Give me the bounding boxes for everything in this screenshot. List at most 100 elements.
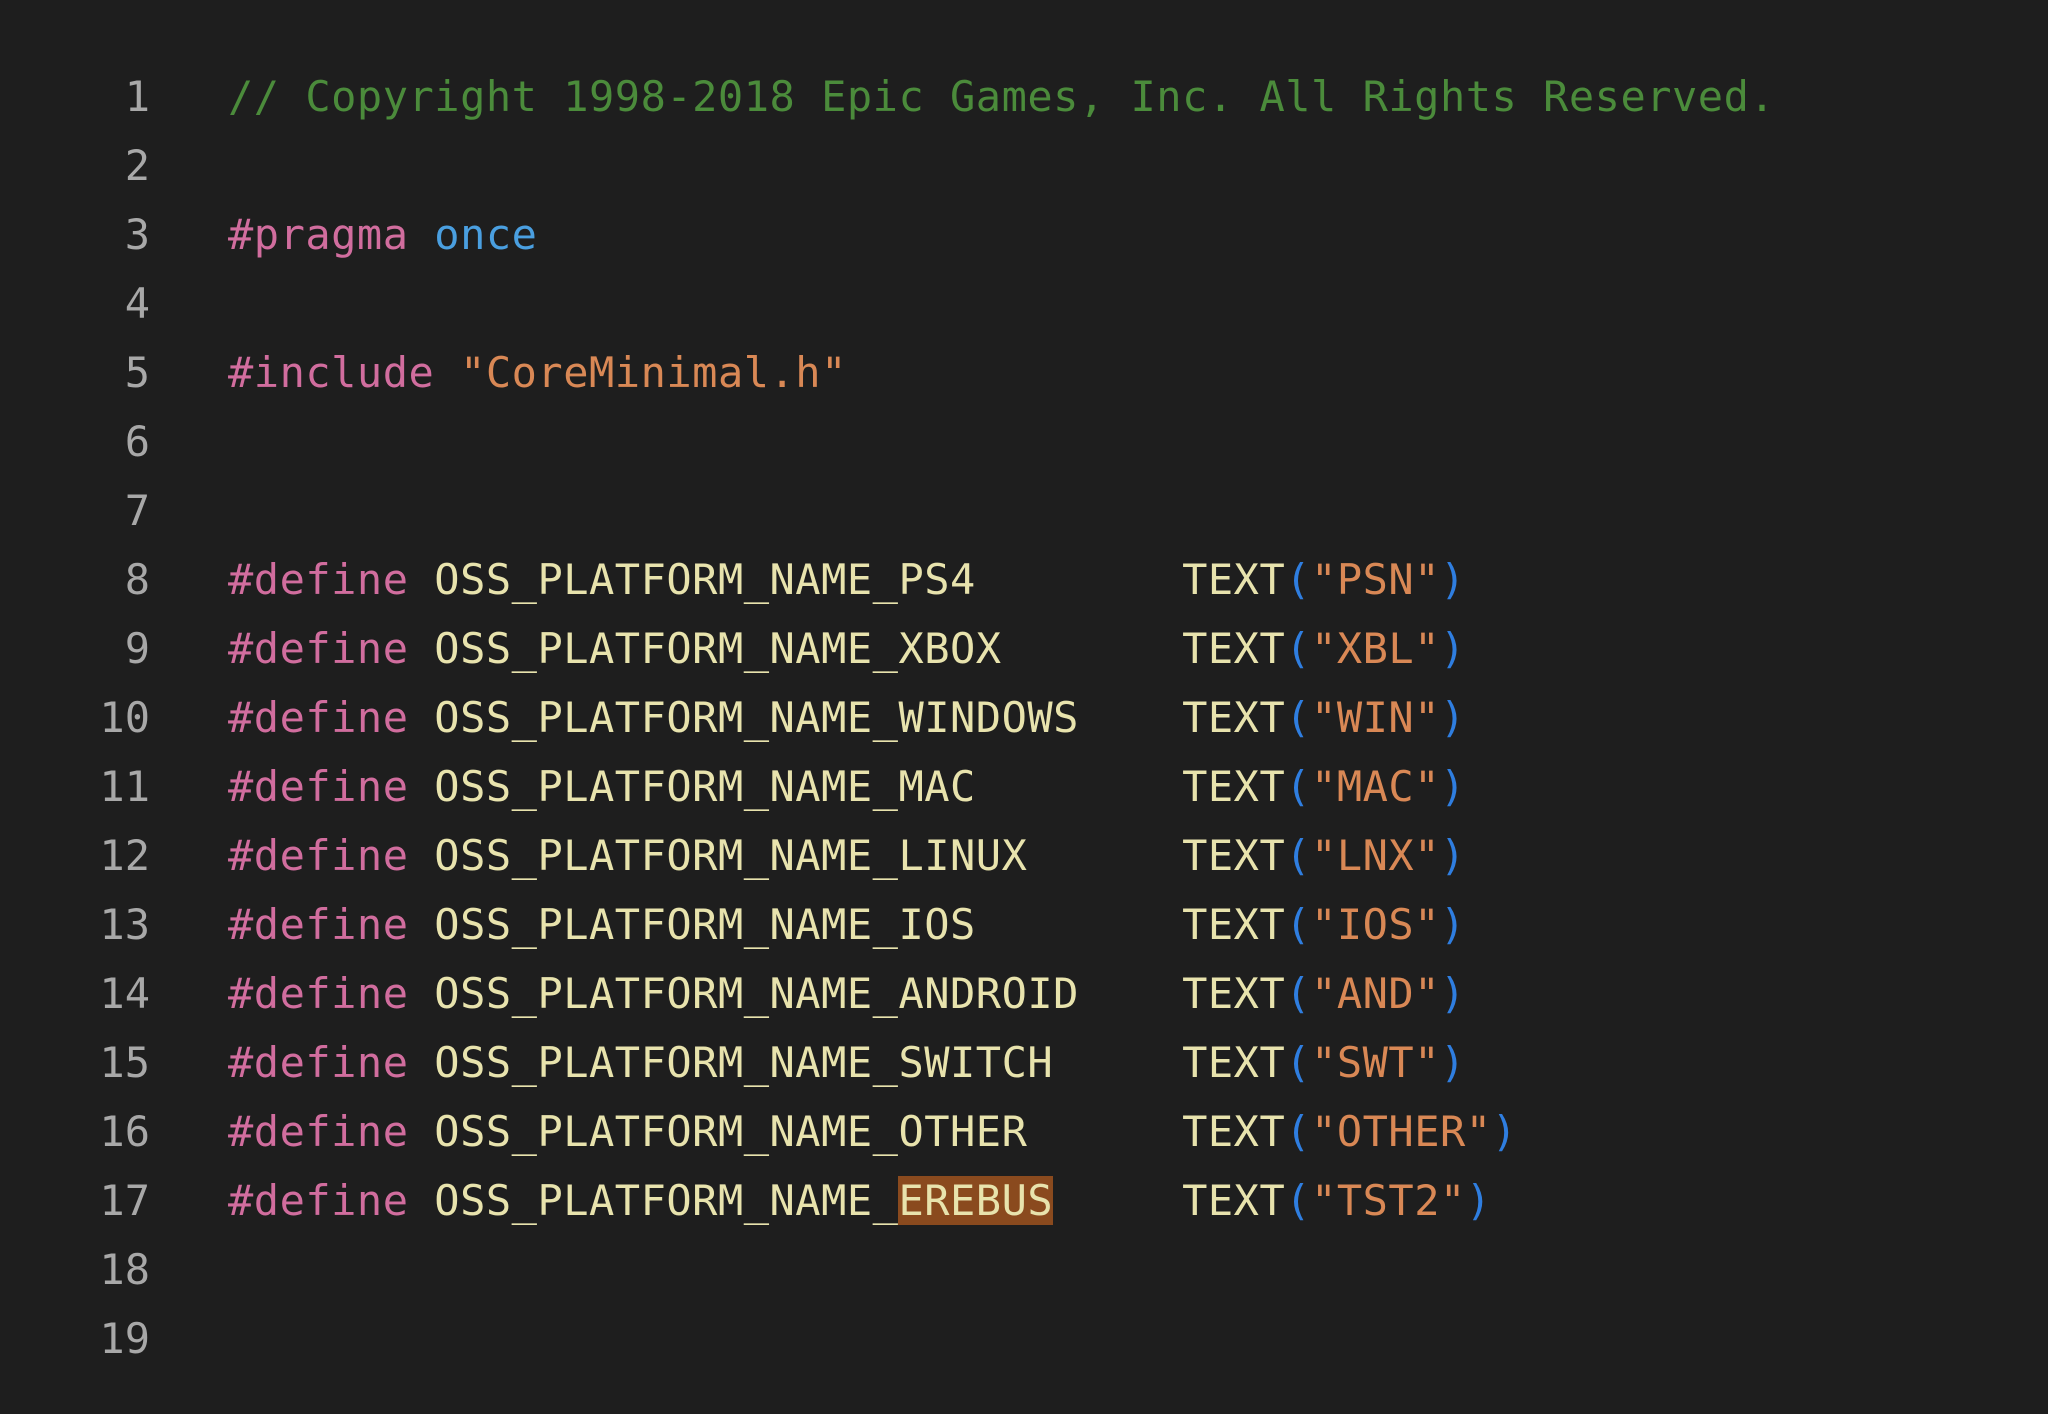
code-token: OSS_PLATFORM_NAME_ xyxy=(434,1176,899,1225)
code-token: ) xyxy=(1440,693,1466,742)
line-number: 10 xyxy=(99,693,150,742)
code-token: OSS_PLATFORM_NAME_WINDOWS xyxy=(434,693,1079,742)
line-number: 3 xyxy=(124,210,150,259)
code-line[interactable]: 6 xyxy=(0,407,2048,476)
code-line-content[interactable]: #define OSS_PLATFORM_NAME_ANDROID TEXT("… xyxy=(150,959,1466,1028)
code-line[interactable]: 9 #define OSS_PLATFORM_NAME_XBOX TEXT("XB… xyxy=(0,614,2048,683)
code-token: "MAC" xyxy=(1311,762,1440,811)
code-token: "AND" xyxy=(1311,969,1440,1018)
line-number: 5 xyxy=(124,348,150,397)
code-line[interactable]: 2 xyxy=(0,131,2048,200)
code-token: ) xyxy=(1440,762,1466,811)
line-number: 15 xyxy=(99,1038,150,1087)
code-token: TEXT xyxy=(1182,900,1286,949)
code-token: OSS_PLATFORM_NAME_OTHER xyxy=(434,1107,1028,1156)
code-token: "SWT" xyxy=(1311,1038,1440,1087)
code-token: OSS_PLATFORM_NAME_MAC xyxy=(434,762,976,811)
code-line[interactable]: 18 xyxy=(0,1235,2048,1304)
code-editor-surface[interactable]: 1 // Copyright 1998-2018 Epic Games, Inc.… xyxy=(0,62,2048,1373)
code-token: "CoreMinimal.h" xyxy=(460,348,847,397)
code-token: ( xyxy=(1285,693,1312,742)
code-token: ) xyxy=(1440,900,1466,949)
code-line[interactable]: 13 #define OSS_PLATFORM_NAME_IOS TEXT("IO… xyxy=(0,890,2048,959)
line-number: 6 xyxy=(124,417,150,466)
code-line-content[interactable]: #include "CoreMinimal.h" xyxy=(150,338,847,407)
code-line[interactable]: 16 #define OSS_PLATFORM_NAME_OTHER TEXT("… xyxy=(0,1097,2048,1166)
code-token: ( xyxy=(1285,1107,1312,1156)
code-token: TEXT xyxy=(1182,1176,1286,1225)
code-line-content[interactable]: #define OSS_PLATFORM_NAME_LINUX TEXT("LN… xyxy=(150,821,1466,890)
code-line[interactable]: 15 #define OSS_PLATFORM_NAME_SWITCH TEXT(… xyxy=(0,1028,2048,1097)
code-line[interactable]: 4 xyxy=(0,269,2048,338)
code-line-content[interactable]: #define OSS_PLATFORM_NAME_WINDOWS TEXT("… xyxy=(150,683,1466,752)
code-token: ) xyxy=(1440,624,1466,673)
code-line[interactable]: 5 #include "CoreMinimal.h" xyxy=(0,338,2048,407)
code-token: TEXT xyxy=(1182,1038,1286,1087)
selected-token: EREBUS xyxy=(898,1176,1054,1225)
code-token: #define xyxy=(228,693,435,742)
code-token: OSS_PLATFORM_NAME_ANDROID xyxy=(434,969,1079,1018)
code-token: "IOS" xyxy=(1311,900,1440,949)
code-line-content[interactable] xyxy=(150,269,254,338)
code-token: ) xyxy=(1491,1107,1518,1156)
code-line[interactable]: 3 #pragma once xyxy=(0,200,2048,269)
code-line-content[interactable] xyxy=(150,476,254,545)
code-line[interactable]: 8 #define OSS_PLATFORM_NAME_PS4 TEXT("PSN… xyxy=(0,545,2048,614)
code-line-content[interactable]: #define OSS_PLATFORM_NAME_XBOX TEXT("XBL… xyxy=(150,614,1466,683)
code-token: ( xyxy=(1285,762,1312,811)
code-line-content[interactable]: #define OSS_PLATFORM_NAME_EREBUS TEXT("T… xyxy=(150,1166,1492,1235)
code-line[interactable]: 12 #define OSS_PLATFORM_NAME_LINUX TEXT("… xyxy=(0,821,2048,890)
line-number: 13 xyxy=(99,900,150,949)
code-line[interactable]: 1 // Copyright 1998-2018 Epic Games, Inc.… xyxy=(0,62,2048,131)
code-token: TEXT xyxy=(1182,693,1286,742)
code-token: ) xyxy=(1440,1038,1466,1087)
code-token: ) xyxy=(1440,969,1466,1018)
code-line-content[interactable] xyxy=(150,407,254,476)
line-number: 19 xyxy=(99,1314,150,1363)
code-line[interactable]: 7 xyxy=(0,476,2048,545)
code-token: TEXT xyxy=(1182,831,1286,880)
code-token: "PSN" xyxy=(1311,555,1440,604)
code-line[interactable]: 10 #define OSS_PLATFORM_NAME_WINDOWS TEXT… xyxy=(0,683,2048,752)
code-token: "OTHER" xyxy=(1311,1107,1492,1156)
code-line-content[interactable] xyxy=(150,1304,254,1373)
line-number: 17 xyxy=(99,1176,150,1225)
code-token: OSS_PLATFORM_NAME_IOS xyxy=(434,900,976,949)
code-line-content[interactable]: // Copyright 1998-2018 Epic Games, Inc. … xyxy=(150,62,1775,131)
code-token: #define xyxy=(228,969,435,1018)
code-token: #define xyxy=(228,1107,435,1156)
code-token: #define xyxy=(228,762,435,811)
code-token: ) xyxy=(1440,555,1466,604)
code-line-content[interactable] xyxy=(150,131,254,200)
code-line[interactable]: 11 #define OSS_PLATFORM_NAME_MAC TEXT("MA… xyxy=(0,752,2048,821)
code-line[interactable]: 17 #define OSS_PLATFORM_NAME_EREBUS TEXT(… xyxy=(0,1166,2048,1235)
code-token: #define xyxy=(228,555,435,604)
code-line-content[interactable]: #define OSS_PLATFORM_NAME_MAC TEXT("MAC"… xyxy=(150,752,1466,821)
code-token: #define xyxy=(228,624,435,673)
code-line-content[interactable]: #define OSS_PLATFORM_NAME_IOS TEXT("IOS"… xyxy=(150,890,1466,959)
code-token: ( xyxy=(1285,1176,1312,1225)
line-number: 16 xyxy=(99,1107,150,1156)
code-line-content[interactable]: #define OSS_PLATFORM_NAME_PS4 TEXT("PSN"… xyxy=(150,545,1466,614)
code-line-content[interactable] xyxy=(150,1235,254,1304)
code-line-content[interactable]: #define OSS_PLATFORM_NAME_SWITCH TEXT("S… xyxy=(150,1028,1466,1097)
code-token: TEXT xyxy=(1182,969,1286,1018)
code-token: TEXT xyxy=(1182,555,1286,604)
code-line-content[interactable]: #define OSS_PLATFORM_NAME_OTHER TEXT("OT… xyxy=(150,1097,1517,1166)
code-token: // Copyright 1998-2018 Epic Games, Inc. … xyxy=(228,72,1776,121)
code-token: #define xyxy=(228,1038,435,1087)
code-line[interactable]: 14 #define OSS_PLATFORM_NAME_ANDROID TEXT… xyxy=(0,959,2048,1028)
code-line[interactable]: 19 xyxy=(0,1304,2048,1373)
code-token: #define xyxy=(228,900,435,949)
code-line-content[interactable]: #pragma once xyxy=(150,200,537,269)
code-token: OSS_PLATFORM_NAME_SWITCH xyxy=(434,1038,1054,1087)
code-token: ( xyxy=(1285,900,1312,949)
code-token: ) xyxy=(1465,1176,1492,1225)
